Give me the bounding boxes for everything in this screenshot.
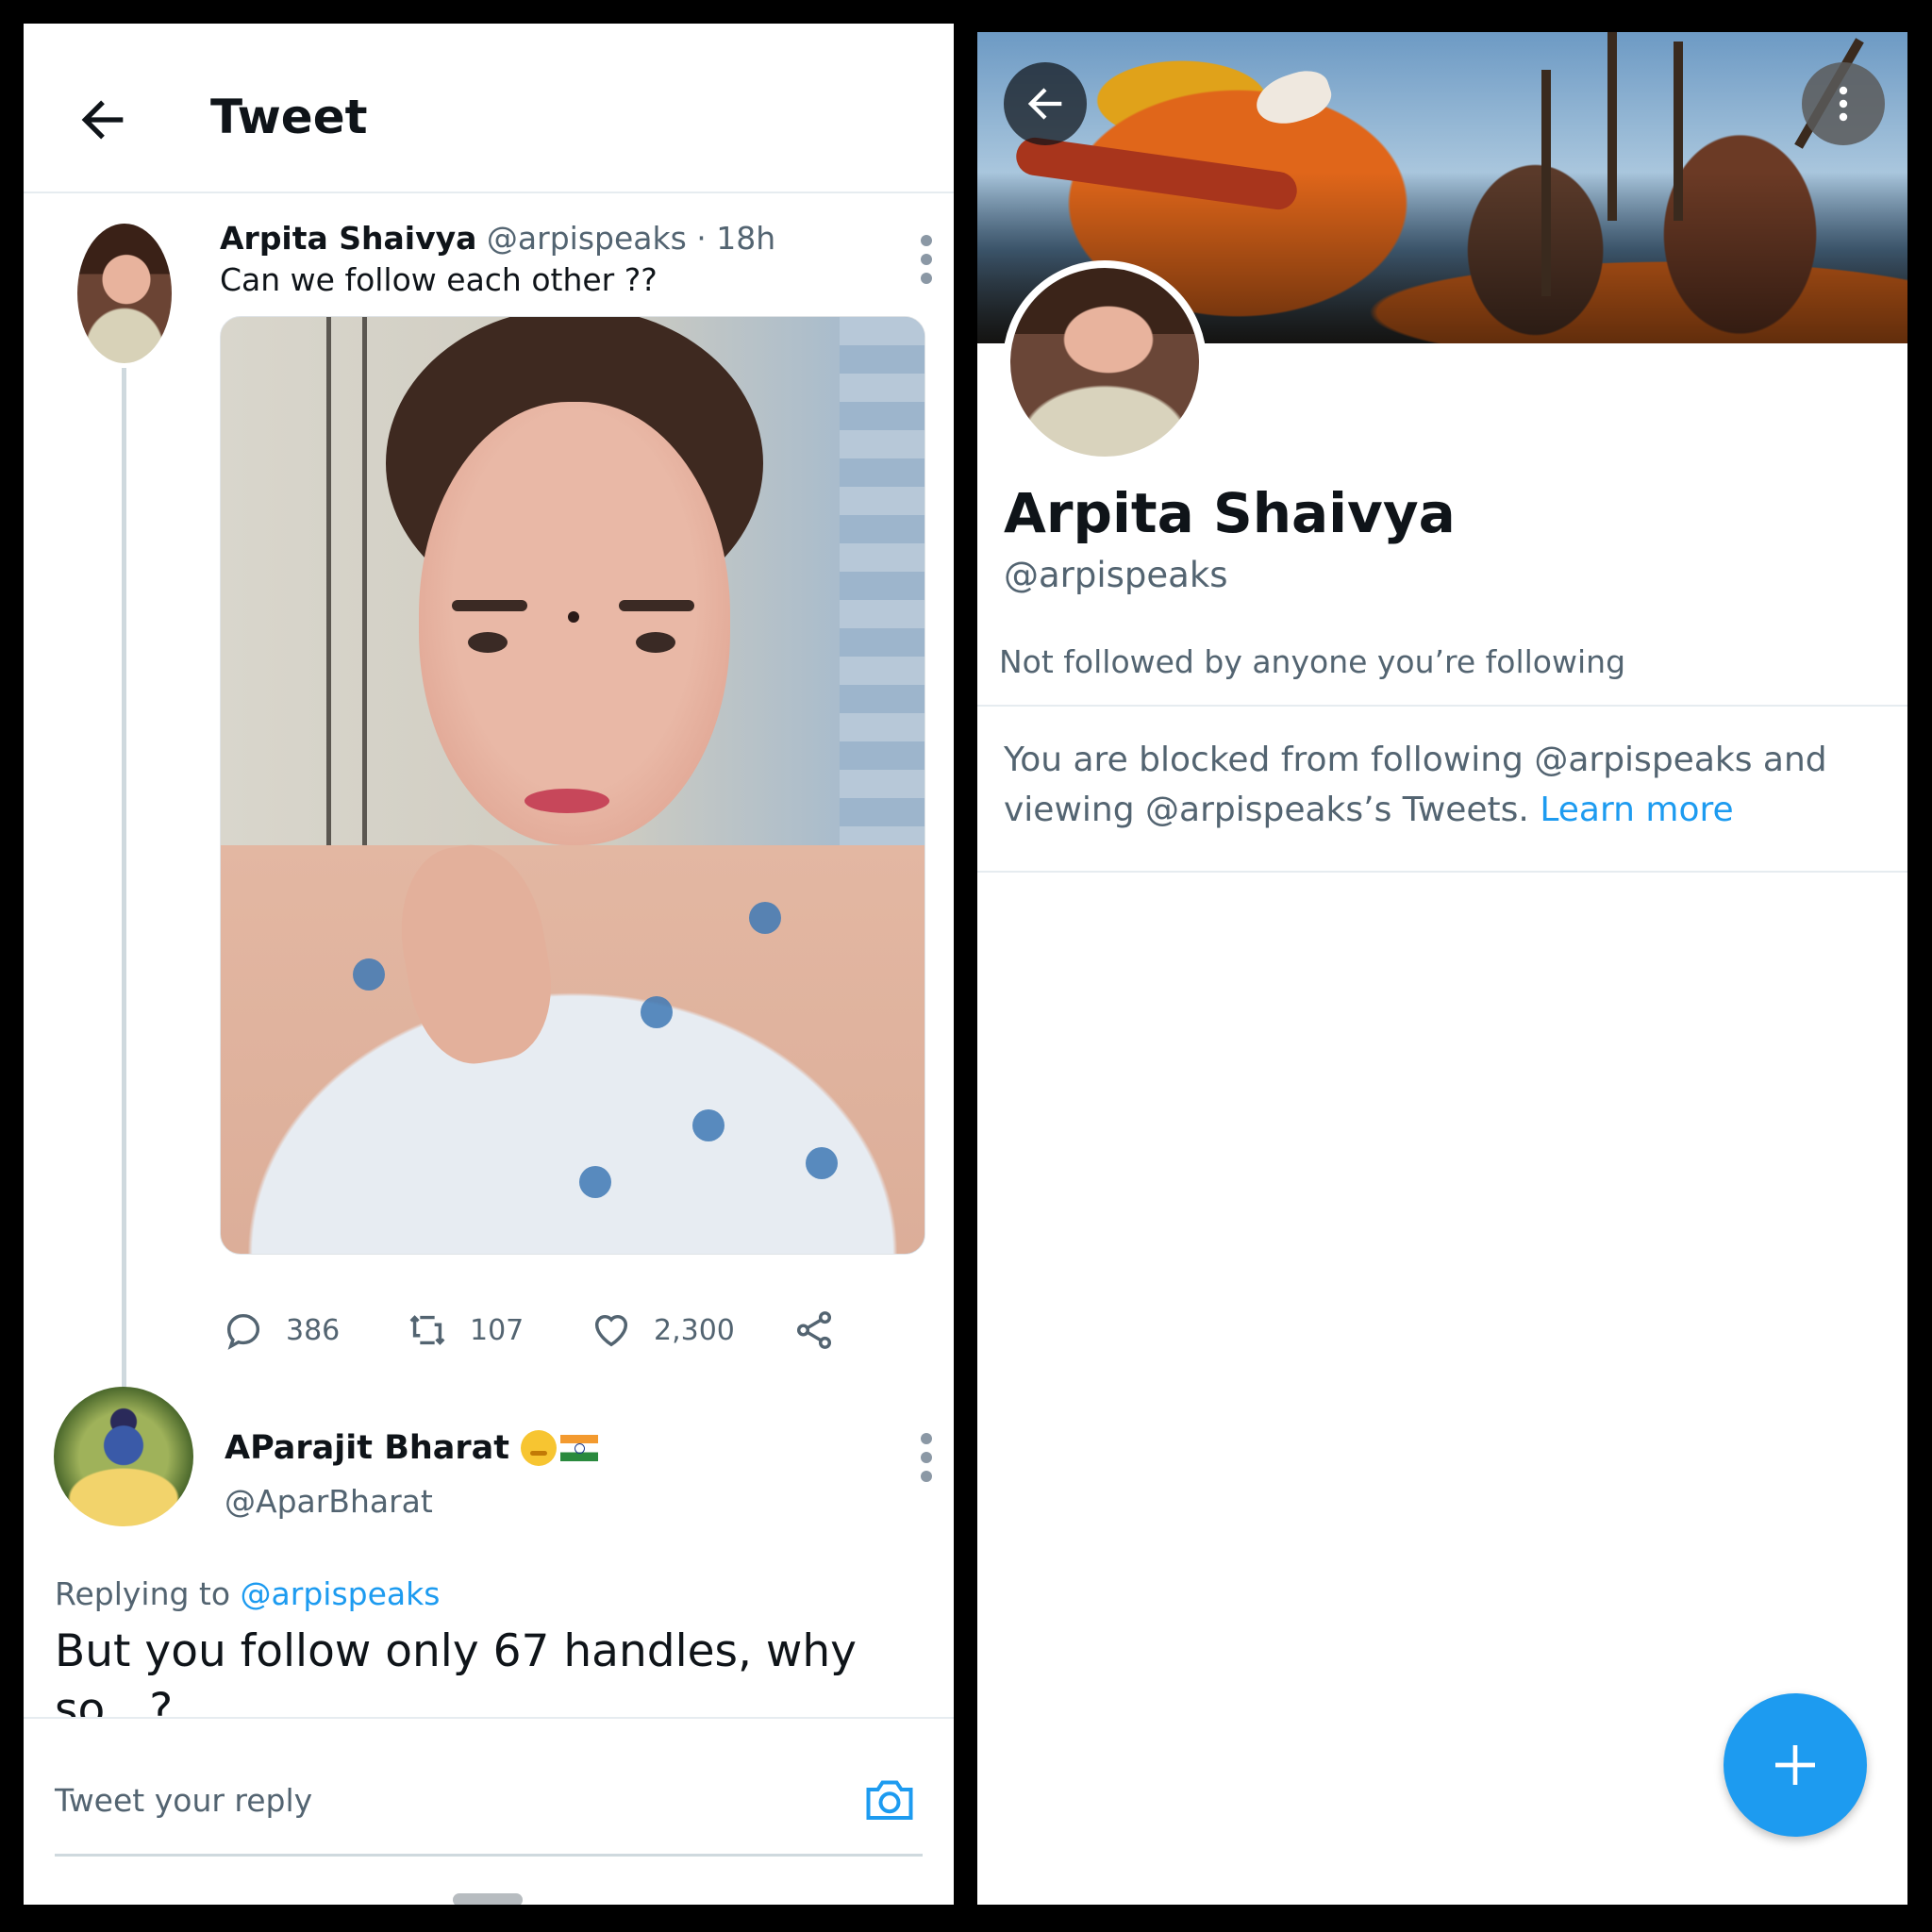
composer-divider [55, 1854, 923, 1857]
author-avatar[interactable] [77, 224, 172, 363]
replying-to: Replying to @arpispeaks [55, 1575, 440, 1612]
top-app-bar: Tweet [24, 24, 954, 193]
social-context: Not followed by anyone you’re following [999, 643, 1626, 680]
reply-more-icon[interactable] [908, 1429, 945, 1486]
reply-action[interactable]: 386 [222, 1302, 340, 1358]
learn-more-link[interactable]: Learn more [1540, 791, 1733, 829]
reply-author-name-row: AParajit Bharat [225, 1429, 599, 1467]
reply-icon [226, 1313, 260, 1350]
tweet-header: Arpita Shaivya @arpispeaks · 18h [220, 220, 775, 257]
page-title: Tweet [210, 90, 368, 144]
profile-avatar[interactable] [1003, 260, 1207, 464]
replying-mention-link[interactable]: @arpispeaks [241, 1575, 441, 1612]
like-count: 2,300 [654, 1313, 735, 1347]
compose-tweet-button[interactable] [1724, 1693, 1867, 1837]
tweet-text: Can we follow each other ?? [220, 261, 658, 298]
reply-author-avatar[interactable] [54, 1387, 193, 1526]
replying-prefix: Replying to [55, 1575, 231, 1612]
tweet-time: 18h [716, 220, 776, 257]
relieved-face-emoji-icon [521, 1430, 558, 1466]
more-button[interactable] [1802, 62, 1885, 145]
share-action[interactable] [792, 1302, 857, 1358]
profile-screen: Arpita Shaivya @arpispeaks Not followed … [977, 32, 1907, 1905]
more-icon [1839, 86, 1848, 122]
blocked-notice: You are blocked from following @arpispea… [1004, 735, 1881, 835]
like-icon [594, 1314, 628, 1347]
tweet-actions: 386 107 2,300 [24, 1302, 954, 1358]
retweet-count: 107 [470, 1313, 525, 1347]
india-flag-icon [560, 1435, 599, 1461]
reply-count: 386 [286, 1313, 341, 1347]
share-icon [796, 1311, 832, 1349]
camera-icon[interactable] [861, 1771, 918, 1827]
thread-connector [122, 368, 126, 1391]
plus-icon [1775, 1745, 1815, 1785]
divider [977, 871, 1907, 873]
profile-handle: @arpispeaks [1004, 555, 1228, 595]
like-action[interactable]: 2,300 [590, 1302, 735, 1358]
back-arrow-icon[interactable] [73, 90, 133, 150]
back-button[interactable] [1004, 62, 1087, 145]
reply-author-name[interactable]: AParajit Bharat [225, 1429, 509, 1467]
author-name[interactable]: Arpita Shaivya [220, 220, 476, 257]
retweet-action[interactable]: 107 [406, 1302, 524, 1358]
arrow-left-icon [1027, 88, 1062, 120]
tweet-detail-screen: Tweet Arpita Shaivya @arpispeaks · 18h C… [24, 24, 954, 1905]
author-handle[interactable]: @arpispeaks [487, 220, 687, 257]
system-nav-handle [453, 1893, 523, 1905]
divider [977, 705, 1907, 707]
tweet-photo[interactable] [220, 316, 925, 1255]
reply-composer: Tweet your reply [24, 1717, 954, 1905]
reply-input[interactable]: Tweet your reply [55, 1782, 312, 1819]
more-icon[interactable] [908, 231, 945, 288]
reply-author-handle[interactable]: @AparBharat [225, 1483, 433, 1520]
separator-dot: · [696, 220, 707, 257]
retweet-icon [409, 1315, 445, 1345]
profile-name: Arpita Shaivya [1004, 481, 1456, 545]
